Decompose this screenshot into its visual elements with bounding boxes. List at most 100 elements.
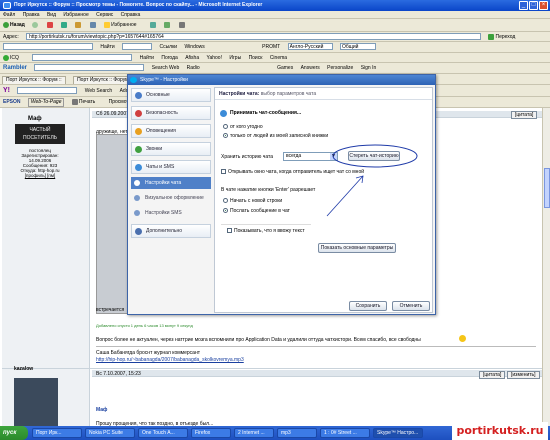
general-icon (135, 92, 142, 99)
sidebar-item-privacy[interactable]: Безопасность (131, 106, 211, 120)
rambler-item[interactable]: Search Web (152, 63, 179, 73)
embedded-screenshot (96, 134, 130, 314)
sidebar-item-sms-settings[interactable]: Настройки SMS (131, 207, 211, 219)
print-button[interactable] (178, 19, 186, 31)
taskbar-item[interactable]: Nokia PC Suite (85, 428, 135, 438)
cancel-button[interactable]: Отменить (392, 301, 430, 311)
rambler-item[interactable]: Answers (301, 63, 320, 73)
icq-button[interactable]: ICQ (3, 53, 25, 62)
taskbar-item[interactable]: One Touch A... (138, 428, 188, 438)
taskbar-item-active[interactable]: Skype™ Настро... (373, 428, 423, 438)
icq-search-input[interactable] (32, 54, 133, 62)
annotation-arrow-line (326, 175, 364, 217)
sidebar-item-general[interactable]: Основные (131, 88, 211, 102)
post-author[interactable]: kazalow (14, 366, 33, 372)
stop-button[interactable] (46, 19, 54, 31)
menu-tools[interactable]: Сервис (96, 11, 113, 18)
back-arrow-icon (3, 21, 9, 28)
close-button[interactable]: × (539, 1, 548, 10)
yahoo-web-search-button[interactable]: Web Search (85, 85, 112, 96)
sidebar-item-visual[interactable]: Визуальное оформление (131, 192, 211, 204)
taskbar-item[interactable]: 2 Internet ... (234, 428, 274, 438)
search-icon (89, 21, 96, 28)
post-header (92, 370, 542, 377)
menu-help[interactable]: Справка (121, 11, 141, 18)
sidebar-item-chat-settings[interactable]: Настройки чата (131, 177, 211, 189)
quote-button[interactable]: [цитата] (511, 111, 538, 119)
sidebar-item-notifications[interactable]: Оповещения (131, 124, 211, 138)
rambler-search-input[interactable] (34, 64, 145, 72)
sidebar-item-advanced[interactable]: Дополнительно (131, 224, 211, 238)
mail-button[interactable] (164, 19, 171, 31)
start-button[interactable]: пуск (0, 426, 28, 440)
refresh-button[interactable] (61, 19, 68, 31)
maximize-button[interactable]: □ (529, 1, 538, 10)
printer-icon (178, 21, 185, 28)
icq-item[interactable]: Поиск (249, 53, 263, 62)
back-button[interactable]: Назад (3, 19, 25, 31)
smiley-icon (459, 335, 466, 342)
search-button[interactable] (89, 19, 97, 31)
dialog-title: Skype™ - Настройки (140, 77, 188, 83)
rambler-logo: Rambler (3, 65, 28, 71)
signature-line: Саша Бабанягда броснт журнал коммерсант (96, 350, 201, 356)
home-button[interactable] (75, 19, 82, 31)
icq-item[interactable]: Игры (229, 53, 241, 62)
signature-link[interactable]: http://hip-hop.ru/~babanagda/2007/babana… (96, 357, 244, 363)
history-icon (149, 21, 156, 28)
page-scrollbar[interactable] (542, 108, 550, 426)
menu-file[interactable]: Файл (3, 11, 15, 18)
sidebar-item-calls[interactable]: Звонки (131, 142, 211, 156)
menu-favorites[interactable]: Избранное (63, 11, 88, 18)
menu-edit[interactable]: Правка (23, 11, 40, 18)
profile-links[interactable]: [профиль] [пм] (10, 173, 70, 178)
links-counter-input[interactable] (122, 43, 153, 51)
address-input[interactable]: http://portirkutsk.ru/forum/viewtopic.ph… (26, 33, 482, 41)
icq-item[interactable]: Найти (140, 53, 154, 62)
history-button[interactable] (149, 19, 157, 31)
links-item[interactable]: Ссылки (159, 42, 177, 52)
web-to-page-button[interactable]: Web-To-Page (27, 98, 65, 107)
annotation-overlay (326, 144, 418, 217)
avatar (14, 378, 58, 426)
minimize-button[interactable]: _ (519, 1, 528, 10)
icq-item[interactable]: Погода (161, 53, 177, 62)
save-button[interactable]: Сохранить (349, 301, 387, 311)
translation-direction-select[interactable]: Англо-Русский (287, 43, 333, 51)
yahoo-search-input[interactable] (17, 87, 78, 95)
taskbar-item[interactable]: Порт Ирк... (32, 428, 82, 438)
edit-button[interactable]: [изменить] (507, 371, 540, 379)
epson-logo: EPSON (3, 99, 21, 105)
epson-print-button[interactable]: Печать (71, 97, 101, 107)
links-item[interactable]: Windows (184, 42, 204, 52)
added-note: Добавлено спустя 1 день 6 часов 13 минут… (96, 323, 193, 328)
icq-item[interactable]: Afisha (185, 53, 199, 62)
post-date: Вс 7.10.2007, 15:23 (96, 371, 141, 377)
taskbar-item[interactable]: Firefox (191, 428, 231, 438)
rambler-item[interactable]: Personalize (327, 63, 353, 73)
go-button[interactable]: Переход (488, 32, 521, 41)
forward-button[interactable] (32, 19, 39, 31)
dialog-title-bar: Skype™ - Настройки (128, 75, 435, 85)
taskbar-item[interactable]: 1 : 0# Street ... (320, 428, 370, 438)
icq-item[interactable]: Cinema (270, 53, 287, 62)
taskbar-item[interactable]: mp3 (277, 428, 317, 438)
icq-item[interactable]: Yahoo! (207, 53, 222, 62)
skype-options-dialog: Skype™ - Настройки Основные Безопасность… (127, 74, 436, 315)
quote-button[interactable]: [цитата] (479, 371, 506, 379)
window-controls: _ □ × (519, 1, 548, 10)
links-search-button[interactable]: Найти (100, 42, 114, 52)
yandex-search-input[interactable] (3, 43, 93, 51)
scrollbar-thumb[interactable] (544, 168, 550, 208)
post-author[interactable]: Маф (28, 116, 42, 122)
dictionary-select[interactable]: Общий (339, 43, 376, 51)
sidebar-item-chats-sms[interactable]: Чаты и SMS (131, 160, 211, 174)
menu-view[interactable]: Вид (47, 11, 56, 18)
rambler-item[interactable]: Games (277, 63, 293, 73)
favorites-button[interactable]: Избранное (104, 19, 142, 31)
browser-tab[interactable]: Порт Иркутск :: Форум :: (2, 76, 66, 84)
window-title: Порт Иркутск :: Форум :: Просмотр темы -… (14, 2, 263, 8)
visual-icon (134, 195, 140, 201)
rambler-item[interactable]: Radio (187, 63, 200, 73)
rambler-item[interactable]: Sign In (361, 63, 377, 73)
